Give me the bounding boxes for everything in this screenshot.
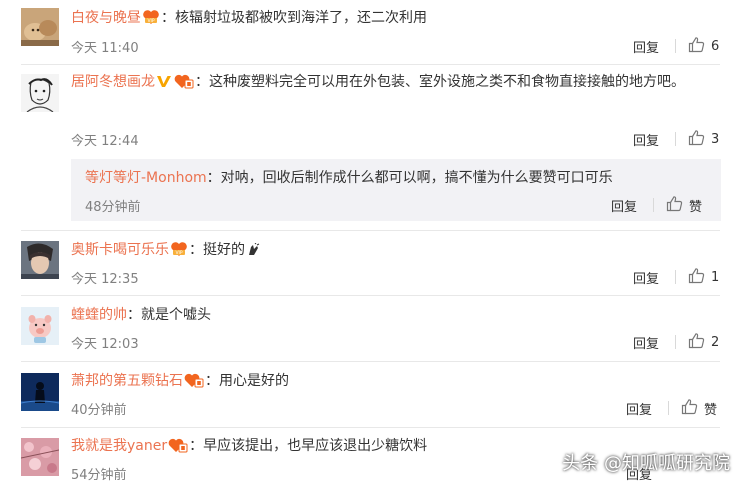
- username-link[interactable]: 萧邦的第五颗钻石: [71, 373, 183, 389]
- thumbs-up-icon: [688, 129, 705, 150]
- action-divider: [675, 132, 676, 146]
- action-divider: [668, 401, 669, 415]
- comment-body: 萧邦的第五颗钻石 ：用心是好的: [71, 371, 289, 394]
- separator: ：: [205, 373, 219, 389]
- action-divider: [675, 270, 676, 284]
- comment-text: 就是个嘘头: [141, 307, 211, 323]
- thumbs-up-icon: [688, 332, 705, 353]
- divider: [21, 427, 720, 428]
- thumbs-up-icon: [666, 195, 683, 216]
- like-count: 3: [711, 132, 720, 147]
- username-link[interactable]: 我就是我yaner: [71, 438, 167, 454]
- sub-reply-body: 等灯等灯-Monhom：对呐，回收后制作成什么都可以啊，搞不懂为什么要赞可口可乐: [85, 167, 613, 187]
- divider: [21, 295, 720, 296]
- thumbs-up-icon: [688, 36, 705, 57]
- like-button[interactable]: 1: [688, 267, 719, 288]
- like-button[interactable]: 赞: [681, 398, 717, 419]
- username-link[interactable]: 居阿冬想画龙: [71, 74, 155, 90]
- watermark: 头条 @知呱呱研究院: [562, 453, 730, 474]
- portrait-photo-avatar: [21, 241, 59, 279]
- action-divider: [653, 198, 654, 212]
- divider: [21, 361, 720, 362]
- avatar[interactable]: [21, 241, 59, 279]
- reply-button[interactable]: 回复: [633, 37, 659, 56]
- like-count: 6: [711, 39, 720, 54]
- comment-text: 早应该提出，也早应该退出少糖饮料: [203, 438, 428, 454]
- sub-reply-box: 等灯等灯-Monhom：对呐，回收后制作成什么都可以啊，搞不懂为什么要赞可口可乐…: [71, 159, 721, 221]
- sub-reply-text: 对呐，回收后制作成什么都可以啊，搞不懂为什么要赞可口可乐: [220, 170, 613, 186]
- reply-button[interactable]: 回复: [633, 333, 659, 352]
- vip-heart-badge: VIP: [142, 9, 160, 31]
- comment-body: 白夜与晚昼 VIP ：核辐射垃圾都被吹到海洋了，还二次利用: [71, 8, 427, 31]
- comment-text: 这种废塑料完全可以用在外包装、室外设施之类不和食物直接接触的地方吧。: [209, 74, 685, 90]
- action-divider: [675, 335, 676, 349]
- avatar[interactable]: [21, 74, 59, 112]
- like-label: 赞: [704, 403, 718, 418]
- username-link[interactable]: 白夜与晚昼: [71, 10, 141, 26]
- sub-reply-button[interactable]: 回复: [611, 196, 637, 215]
- sketch-face-avatar: [21, 74, 59, 112]
- like-button[interactable]: 6: [688, 36, 719, 57]
- comment-time: 今天 12:35: [71, 272, 139, 287]
- reply-button[interactable]: 回复: [626, 399, 652, 418]
- username-link[interactable]: 奥斯卡喝可乐乐: [71, 242, 169, 258]
- like-count: 1: [711, 270, 720, 285]
- divider: [21, 64, 720, 65]
- vip-heart-badge: VIP: [170, 241, 188, 263]
- svg-text:VIP: VIP: [175, 250, 182, 256]
- like-count: 2: [711, 335, 720, 350]
- comment-time: 今天 12:03: [71, 337, 139, 352]
- separator: ：: [189, 242, 203, 258]
- comment-body: 蝰蝰的帅：就是个嘘头: [71, 305, 211, 325]
- separator: ：: [127, 307, 141, 323]
- reply-button[interactable]: 回复: [633, 268, 659, 287]
- comment-body: 奥斯卡喝可乐乐 VIP ：挺好的: [71, 240, 261, 263]
- separator: ：: [206, 170, 221, 186]
- action-divider: [675, 39, 676, 53]
- like-button[interactable]: 2: [688, 332, 719, 353]
- avatar[interactable]: [21, 307, 59, 345]
- svg-text:VIP: VIP: [147, 18, 154, 24]
- comment-text: 用心是好的: [219, 373, 289, 389]
- avatar[interactable]: [21, 8, 59, 46]
- cat-photo-avatar: [21, 8, 59, 46]
- like-button[interactable]: 3: [688, 129, 719, 150]
- thumbs-up-icon: [688, 267, 705, 288]
- clap-emoji-icon: [246, 242, 260, 263]
- comment-body: 居阿冬想画龙 ：这种废塑料完全可以用在外包装、室外设施之类不和食物直接接触的地方吧…: [71, 71, 721, 97]
- sub-like-button[interactable]: 赞: [666, 195, 702, 216]
- thumbs-up-icon: [681, 398, 698, 419]
- separator: ：: [161, 10, 175, 26]
- avatar[interactable]: [21, 438, 59, 476]
- pink-blossom-avatar: [21, 438, 59, 476]
- comment-time: 今天 11:40: [71, 41, 139, 56]
- username-link[interactable]: 蝰蝰的帅: [71, 307, 127, 323]
- comment-time: 今天 12:44: [71, 134, 139, 149]
- like-label: 赞: [689, 200, 703, 215]
- comment-time: 54分钟前: [71, 468, 127, 483]
- verified-v-badge: [156, 74, 172, 97]
- blue-silhouette-avatar: [21, 373, 59, 411]
- comment-text: 核辐射垃圾都被吹到海洋了，还二次利用: [175, 10, 427, 26]
- fan-heart-badge: [184, 372, 204, 394]
- fan-heart-badge: [168, 437, 188, 459]
- separator: ：: [195, 74, 209, 90]
- fan-heart-badge: [174, 73, 194, 97]
- comment-body: 我就是我yaner ：早应该提出，也早应该退出少糖饮料: [71, 436, 427, 459]
- separator: ：: [189, 438, 204, 454]
- reply-button[interactable]: 回复: [633, 130, 659, 149]
- sub-username-link[interactable]: 等灯等灯-Monhom: [85, 170, 207, 186]
- comment-text: 挺好的: [203, 242, 245, 258]
- avatar[interactable]: [21, 373, 59, 411]
- divider: [21, 230, 720, 231]
- comment-time: 40分钟前: [71, 403, 127, 418]
- cartoon-pig-avatar: [21, 307, 59, 345]
- sub-reply-time: 48分钟前: [85, 200, 141, 215]
